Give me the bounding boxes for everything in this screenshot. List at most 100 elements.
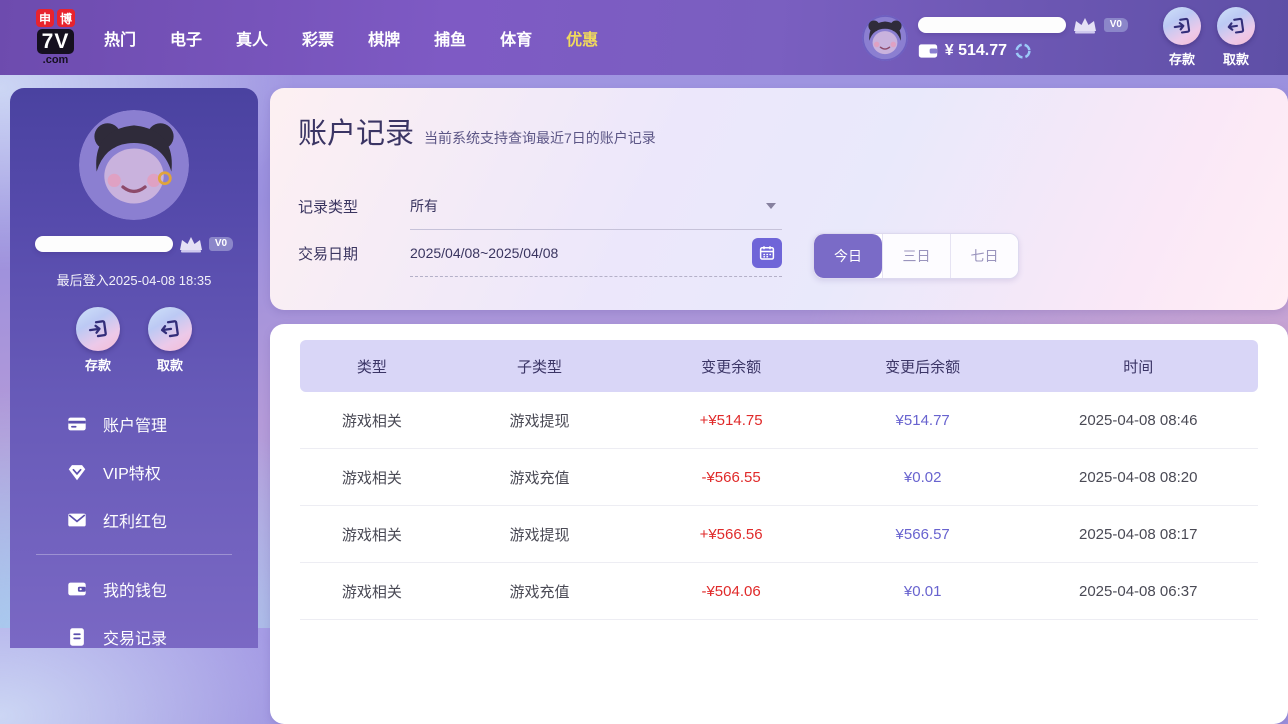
range-today-button[interactable]: 今日 xyxy=(814,234,882,278)
wallet-icon xyxy=(66,578,88,600)
user-avatar[interactable] xyxy=(862,15,908,61)
cell-type: 游戏相关 xyxy=(300,467,444,488)
logo-badge-bo: 博 xyxy=(57,9,75,27)
card-icon xyxy=(66,413,88,435)
calendar-icon[interactable] xyxy=(752,238,782,268)
logo-suffix: .com xyxy=(43,55,69,66)
date-range-row: 交易日期 2025/04/08~2025/04/08 xyxy=(298,230,782,277)
chevron-down-icon xyxy=(766,203,776,209)
cell-type: 游戏相关 xyxy=(300,524,444,545)
nav-item-fishing[interactable]: 捕鱼 xyxy=(417,16,483,60)
col-type: 类型 xyxy=(300,356,444,377)
cell-subtype: 游戏提现 xyxy=(444,524,636,545)
sidebar-item-account[interactable]: 账户管理 xyxy=(10,400,258,448)
menu-label: 账户管理 xyxy=(103,412,167,436)
cell-after: ¥0.02 xyxy=(827,469,1019,486)
main-nav: 热门 电子 真人 彩票 棋牌 捕鱼 体育 优惠 xyxy=(87,16,615,60)
cell-after: ¥514.77 xyxy=(827,412,1019,429)
table-row: 游戏相关 游戏提现 +¥566.56 ¥566.57 2025-04-08 08… xyxy=(300,506,1258,563)
site-logo[interactable]: 申 博 7V .com xyxy=(36,9,75,66)
range-3day-button[interactable]: 三日 xyxy=(882,234,950,278)
deposit-button[interactable]: 存款 xyxy=(72,307,124,374)
user-cluster: V0 ¥ 514.77 xyxy=(862,15,1128,61)
sidebar-item-records[interactable]: 交易记录 xyxy=(10,613,258,661)
sidebar-item-vip[interactable]: VIP特权 xyxy=(10,448,258,496)
record-type-row: 记录类型 所有 xyxy=(298,183,782,230)
withdraw-label: 取款 xyxy=(157,355,183,374)
cell-time: 2025-04-08 06:37 xyxy=(1018,583,1258,600)
cell-change: +¥514.75 xyxy=(635,412,827,429)
refresh-balance-icon[interactable] xyxy=(1014,42,1032,60)
range-7day-button[interactable]: 七日 xyxy=(950,234,1018,278)
nav-item-lottery[interactable]: 彩票 xyxy=(285,16,351,60)
cell-time: 2025-04-08 08:20 xyxy=(1018,469,1258,486)
vip-level-badge: V0 xyxy=(209,237,233,251)
col-time: 时间 xyxy=(1018,356,1258,377)
cell-change: -¥504.06 xyxy=(635,583,827,600)
cell-after: ¥0.01 xyxy=(827,583,1019,600)
crown-icon xyxy=(178,234,204,254)
table-row: 游戏相关 游戏充值 -¥504.06 ¥0.01 2025-04-08 06:3… xyxy=(300,563,1258,620)
date-range-input[interactable]: 2025/04/08~2025/04/08 xyxy=(410,230,782,277)
table-header: 类型 子类型 变更余额 变更后余额 时间 xyxy=(300,340,1258,392)
cell-subtype: 游戏充值 xyxy=(444,581,636,602)
cell-subtype: 游戏提现 xyxy=(444,410,636,431)
deposit-label: 存款 xyxy=(85,355,111,374)
user-name-row: V0 xyxy=(918,15,1128,35)
logo-badge-shen: 申 xyxy=(36,9,54,27)
nav-item-chess[interactable]: 棋牌 xyxy=(351,16,417,60)
date-range-value: 2025/04/08~2025/04/08 xyxy=(410,245,558,261)
crown-icon xyxy=(1072,15,1098,35)
date-range-label: 交易日期 xyxy=(298,243,410,264)
vip-level-badge: V0 xyxy=(1104,18,1128,32)
menu-label: VIP特权 xyxy=(103,460,161,484)
censored-username xyxy=(918,17,1066,33)
sidebar-item-wallet[interactable]: 我的钱包 xyxy=(10,565,258,613)
withdraw-button[interactable]: 取款 xyxy=(144,307,196,374)
withdraw-label: 取款 xyxy=(1223,49,1249,68)
account-records-panel: 账户记录 当前系统支持查询最近7日的账户记录 记录类型 所有 交易日期 2025… xyxy=(270,88,1288,310)
nav-item-slots[interactable]: 电子 xyxy=(153,16,219,60)
cell-time: 2025-04-08 08:17 xyxy=(1018,526,1258,543)
date-range-presets: 今日 三日 七日 xyxy=(813,233,1019,279)
sidebar-menu: 账户管理 VIP特权 红利红包 我的钱包 xyxy=(10,400,258,661)
cell-change: -¥566.55 xyxy=(635,469,827,486)
nav-item-live[interactable]: 真人 xyxy=(219,16,285,60)
top-navbar: 申 博 7V .com 热门 电子 真人 彩票 棋牌 捕鱼 体育 优惠 xyxy=(0,0,1288,75)
logo-name: 7V xyxy=(37,29,75,54)
menu-label: 红利红包 xyxy=(103,508,167,532)
balance-amount: ¥ 514.77 xyxy=(945,42,1007,60)
deposit-icon xyxy=(76,307,120,351)
deposit-button[interactable]: 存款 xyxy=(1156,7,1208,68)
cell-type: 游戏相关 xyxy=(300,410,444,431)
menu-divider xyxy=(36,554,232,555)
logo-badges: 申 博 xyxy=(36,9,75,27)
menu-label: 交易记录 xyxy=(103,625,167,649)
record-type-select[interactable]: 所有 xyxy=(410,183,782,230)
document-icon xyxy=(66,626,88,648)
record-type-value: 所有 xyxy=(410,196,438,216)
deposit-label: 存款 xyxy=(1169,49,1195,68)
sidebar-avatar xyxy=(79,110,189,220)
nav-item-promo[interactable]: 优惠 xyxy=(549,16,615,60)
wallet-icon xyxy=(918,43,938,59)
withdraw-button[interactable]: 取款 xyxy=(1210,7,1262,68)
deposit-icon xyxy=(1163,7,1201,45)
page-title: 账户记录 xyxy=(298,110,414,152)
records-table-panel: 类型 子类型 变更余额 变更后余额 时间 游戏相关 游戏提现 +¥514.75 … xyxy=(270,324,1288,724)
cell-change: +¥566.56 xyxy=(635,526,827,543)
nav-item-sports[interactable]: 体育 xyxy=(483,16,549,60)
sidebar-item-bonus[interactable]: 红利红包 xyxy=(10,496,258,544)
sidebar-user-row: V0 xyxy=(35,234,233,254)
sidebar-actions: 存款 取款 xyxy=(72,307,196,374)
col-change: 变更余额 xyxy=(635,356,827,377)
filter-rows: 记录类型 所有 交易日期 2025/04/08~2025/04/08 xyxy=(298,183,782,277)
envelope-icon xyxy=(66,509,88,531)
page-subtitle: 当前系统支持查询最近7日的账户记录 xyxy=(424,128,656,148)
table-row: 游戏相关 游戏提现 +¥514.75 ¥514.77 2025-04-08 08… xyxy=(300,392,1258,449)
nav-item-hot[interactable]: 热门 xyxy=(87,16,153,60)
record-type-label: 记录类型 xyxy=(298,196,410,217)
col-subtype: 子类型 xyxy=(444,356,636,377)
balance-row: ¥ 514.77 xyxy=(918,42,1128,60)
menu-label: 我的钱包 xyxy=(103,577,167,601)
